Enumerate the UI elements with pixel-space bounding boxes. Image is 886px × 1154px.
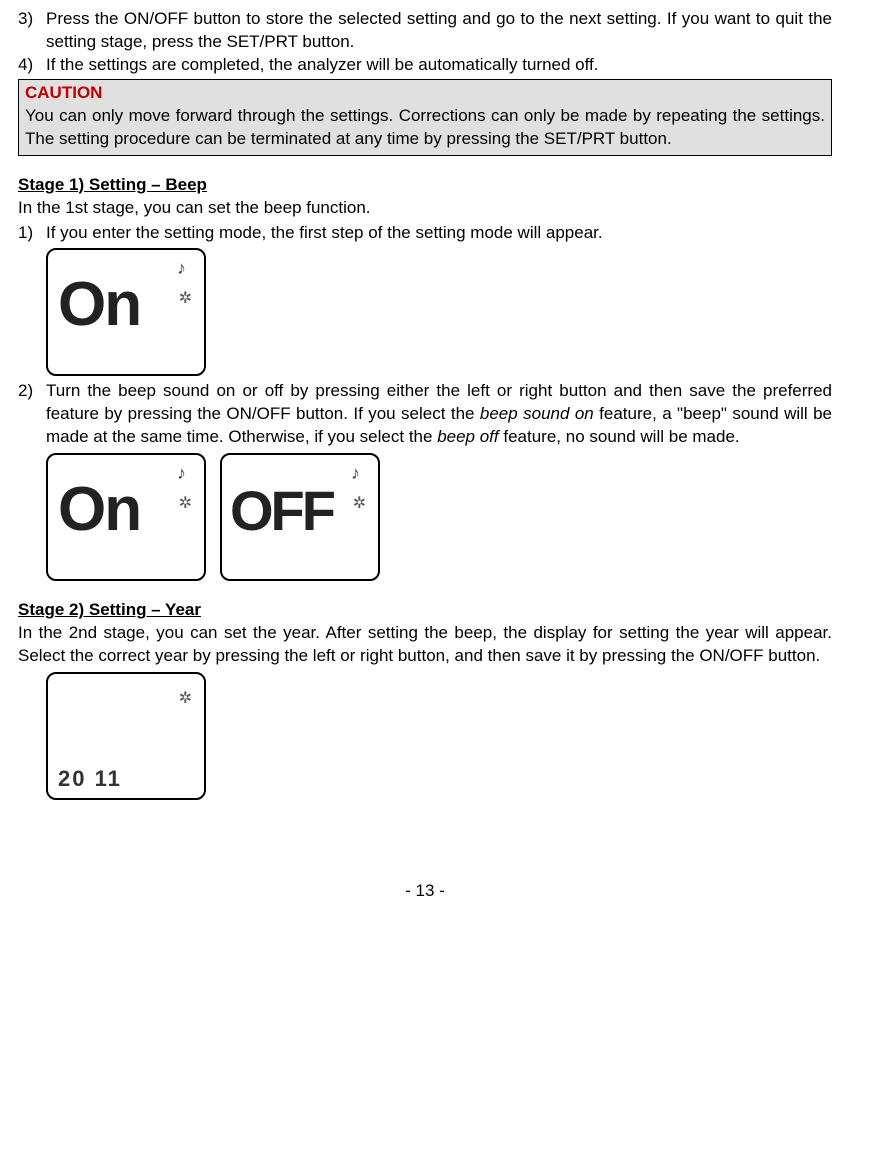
item-text: Press the ON/OFF button to store the sel… [46,8,832,54]
text-part: feature, no sound will be made. [499,427,740,446]
lcd-row-3: ✲ 20 11 [46,672,832,800]
lcd-main-text: On [58,274,140,336]
music-note-icon: ♪ [177,461,186,485]
lcd-row-2: ♪ ✲ On ♪ ✲ OFF [46,453,832,581]
music-note-icon: ♪ [351,461,360,485]
lcd-screen-on: ♪ ✲ On [46,248,206,376]
lcd-screen-off: ♪ ✲ OFF [220,453,380,581]
item-number: 1) [18,222,46,245]
lcd-screen-year: ✲ 20 11 [46,672,206,800]
list-item-3: 3) Press the ON/OFF button to store the … [18,8,832,54]
stage1-step1: 1) If you enter the setting mode, the fi… [18,222,832,245]
lcd-screen-on: ♪ ✲ On [46,453,206,581]
item-text: If you enter the setting mode, the first… [46,222,832,245]
gear-icon: ✲ [353,493,366,515]
stage1-step2: 2) Turn the beep sound on or off by pres… [18,380,832,449]
stage2-body: In the 2nd stage, you can set the year. … [18,622,832,668]
stage2-heading: Stage 2) Setting – Year [18,599,832,622]
lcd-main-text: OFF [230,483,333,539]
lcd-year-text: 20 11 [58,764,122,794]
caution-body: You can only move forward through the se… [25,105,825,151]
item-number: 3) [18,8,46,54]
item-number: 2) [18,380,46,449]
gear-icon: ✲ [179,288,192,310]
list-item-4: 4) If the settings are completed, the an… [18,54,832,77]
emphasis: beep off [437,427,498,446]
item-number: 4) [18,54,46,77]
gear-icon: ✲ [179,688,192,710]
stage1-intro: In the 1st stage, you can set the beep f… [18,197,832,220]
emphasis: beep sound on [480,404,594,423]
stage1-heading: Stage 1) Setting – Beep [18,174,832,197]
item-text: If the settings are completed, the analy… [46,54,832,77]
caution-title: CAUTION [25,82,825,105]
lcd-row-1: ♪ ✲ On [46,248,832,376]
item-text: Turn the beep sound on or off by pressin… [46,380,832,449]
music-note-icon: ♪ [177,256,186,280]
caution-box: CAUTION You can only move forward throug… [18,79,832,156]
lcd-main-text: On [58,479,140,541]
page-number: - 13 - [18,880,832,903]
gear-icon: ✲ [179,493,192,515]
